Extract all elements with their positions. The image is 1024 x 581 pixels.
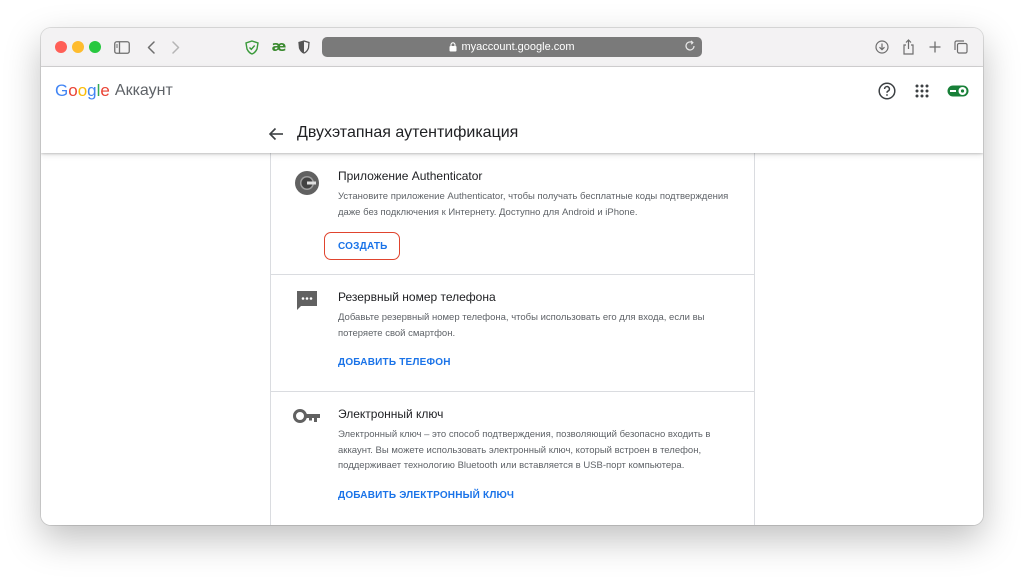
zoom-window-button[interactable] [89, 41, 101, 53]
message-icon [293, 287, 321, 315]
section-description: Электронный ключ – это способ подтвержде… [338, 429, 711, 471]
privacy-icon[interactable] [296, 37, 312, 57]
google-account-logo[interactable]: Google Аккаунт [55, 81, 173, 101]
key-icon [293, 402, 321, 430]
add-phone-button[interactable]: ДОБАВИТЬ ТЕЛЕФОН [338, 357, 451, 368]
section-title: Резервный номер телефона [338, 290, 496, 304]
authenticator-icon [293, 169, 321, 197]
logo-letter: G [55, 81, 69, 100]
page-header: Google Аккаунт Двухэтапная аутентификаци… [41, 67, 983, 153]
page: Приложение Authenticator Установите прил… [41, 67, 983, 525]
section-title: Приложение Authenticator [338, 169, 483, 183]
url-text: myaccount.google.com [461, 41, 575, 53]
logo-letter: o [68, 81, 78, 100]
security-key-section: Электронный ключ Электронный ключ – это … [271, 392, 754, 522]
help-icon[interactable] [877, 81, 897, 101]
google-logo: Google [55, 81, 110, 101]
add-security-key-button[interactable]: ДОБАВИТЬ ЭЛЕКТРОННЫЙ КЛЮЧ [338, 490, 514, 501]
toggle-icon[interactable] [946, 81, 970, 101]
apps-grid-icon[interactable] [912, 81, 932, 101]
section-description: Установите приложение Authenticator, что… [338, 191, 729, 218]
back-icon[interactable] [144, 37, 158, 57]
forward-icon[interactable] [169, 37, 183, 57]
download-icon[interactable] [873, 37, 891, 57]
share-icon[interactable] [899, 37, 917, 57]
product-name: Аккаунт [114, 82, 173, 99]
tabs-icon[interactable] [952, 37, 970, 57]
close-window-button[interactable] [55, 41, 67, 53]
lock-icon [449, 42, 457, 52]
browser-window: æ myaccount.google.com Приложение Authen… [41, 28, 983, 525]
logo-letter: e [100, 81, 110, 100]
section-title: Электронный ключ [338, 407, 444, 421]
new-tab-icon[interactable] [926, 37, 944, 57]
backup-phone-section: Резервный номер телефона Добавьте резерв… [271, 275, 754, 391]
browser-toolbar: æ myaccount.google.com [41, 28, 983, 67]
sidebar-icon[interactable] [113, 37, 131, 57]
reload-icon[interactable] [684, 40, 696, 52]
logo-letter: g [87, 81, 97, 100]
authenticator-section: Приложение Authenticator Установите прил… [271, 153, 754, 274]
section-description: Добавьте резервный номер телефона, чтобы… [338, 312, 705, 339]
shield-icon[interactable] [243, 37, 261, 57]
page-title: Двухэтапная аутентификация [297, 124, 519, 141]
minimize-window-button[interactable] [72, 41, 84, 53]
logo-letter: o [77, 81, 88, 100]
address-bar[interactable]: myaccount.google.com [322, 37, 702, 57]
back-arrow-icon[interactable] [266, 124, 286, 144]
ae-extension-icon[interactable]: æ [268, 37, 290, 57]
create-authenticator-button[interactable]: СОЗДАТЬ [338, 241, 388, 252]
